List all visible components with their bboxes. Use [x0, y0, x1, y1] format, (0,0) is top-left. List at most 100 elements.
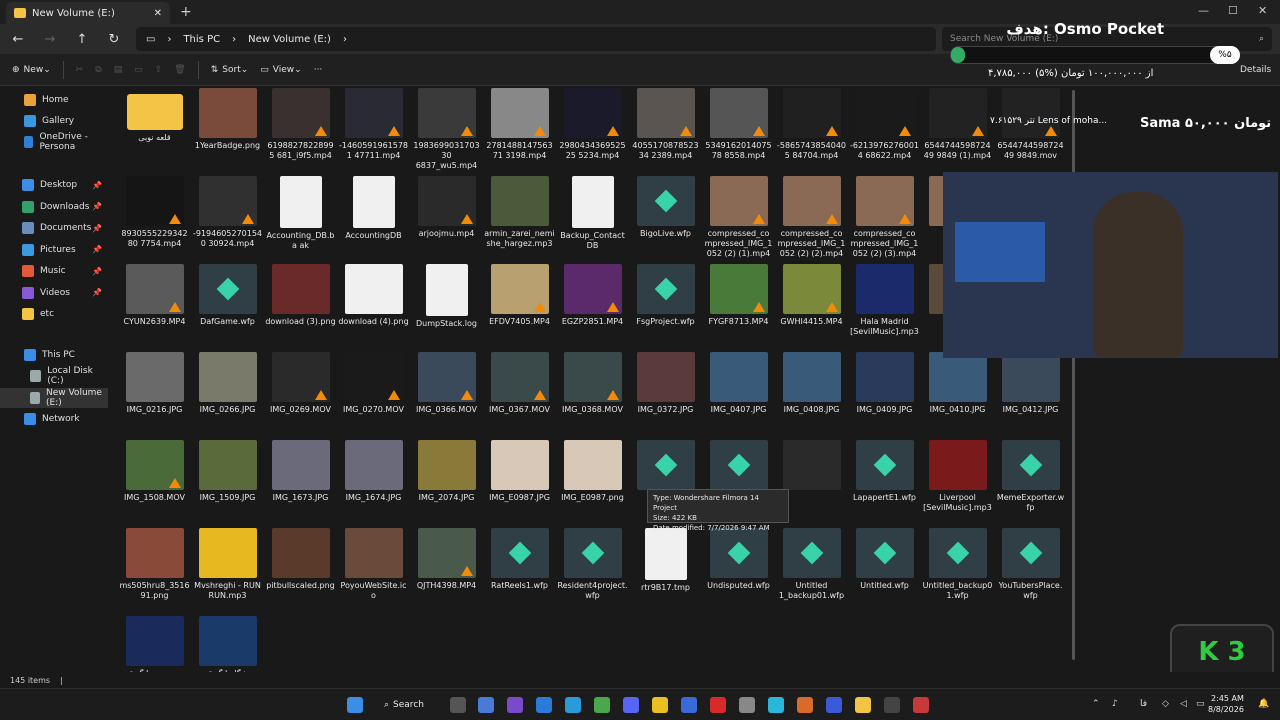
file-item[interactable]: -62139762760014 68622.mp4 [848, 86, 921, 174]
file-item[interactable]: Liverpool [SevilMusic].mp3 [921, 438, 994, 526]
sidebar-item[interactable]: This PC [0, 345, 108, 365]
file-explorer-icon[interactable] [855, 697, 871, 713]
file-item[interactable]: IMG_E0987.JPG [483, 438, 556, 526]
app-icon[interactable] [652, 697, 668, 713]
language-indicator[interactable]: فا [1140, 699, 1147, 709]
app-icon[interactable] [739, 697, 755, 713]
pin-icon[interactable]: 📌 [92, 224, 102, 233]
sidebar-item[interactable]: Gallery [0, 111, 108, 131]
task-view-icon[interactable] [450, 697, 466, 713]
copilot-icon[interactable] [478, 697, 494, 713]
pin-icon[interactable]: 📌 [92, 245, 102, 254]
file-item[interactable]: arjoojmu.mp4 [410, 174, 483, 262]
file-item[interactable]: LapapertE1.wfp [848, 438, 921, 526]
app-icon[interactable] [913, 697, 929, 713]
breadcrumb-this-pc[interactable]: This PC [183, 34, 220, 45]
sidebar-item[interactable]: Home [0, 90, 108, 110]
back-button[interactable]: ← [2, 32, 34, 47]
delete-icon[interactable]: 🗑 [174, 65, 185, 75]
file-item[interactable]: IMG_0408.JPG [775, 350, 848, 438]
new-button[interactable]: ⊕ New ⌄ [12, 65, 51, 75]
file-item[interactable]: FYGF8713.MP4 [702, 262, 775, 350]
file-item[interactable]: RatReels1.wfp [483, 526, 556, 614]
close-tab-icon[interactable]: ✕ [154, 8, 162, 19]
sort-button[interactable]: ⇅ Sort ⌄ [211, 65, 249, 75]
file-item[interactable]: CYUN2639.MP4 [118, 262, 191, 350]
volume-icon[interactable]: ◁ [1180, 699, 1187, 709]
up-button[interactable]: ↑ [66, 32, 98, 47]
app-icon[interactable] [797, 697, 813, 713]
file-item[interactable]: IMG_0412.JPG [994, 350, 1067, 438]
file-item[interactable]: IMG_2074.JPG [410, 438, 483, 526]
file-item[interactable]: EFDV7405.MP4 [483, 262, 556, 350]
chrome-icon[interactable] [594, 697, 610, 713]
file-item[interactable]: pitbullscaled.png [264, 526, 337, 614]
file-item[interactable]: Hala Madrid [SevilMusic].mp3 [848, 262, 921, 350]
rename-icon[interactable]: ▭ [134, 65, 143, 75]
taskbar-search-button[interactable]: ⌕ Search [384, 696, 430, 714]
file-item[interactable]: IMG_0366.MOV [410, 350, 483, 438]
network-icon[interactable]: ◇ [1162, 699, 1169, 709]
file-item[interactable]: 278148814756371 3198.mp4 [483, 86, 556, 174]
filmora-icon[interactable] [768, 697, 784, 713]
file-item[interactable]: -14605919615781 47711.mp4 [337, 86, 410, 174]
discord-icon[interactable] [623, 697, 639, 713]
pin-icon[interactable]: 📌 [92, 267, 102, 276]
pin-icon[interactable]: 📌 [92, 288, 102, 297]
copy-icon[interactable]: ⧉ [95, 65, 101, 75]
file-item[interactable]: 534916201407578 8558.mp4 [702, 86, 775, 174]
file-item[interactable]: compressed_co mpressed_IMG_1 052 (2) (2)… [775, 174, 848, 262]
file-item[interactable]: IMG_0367.MOV [483, 350, 556, 438]
file-item[interactable]: Untitled.wfp [848, 526, 921, 614]
file-item[interactable]: IMG_0407.JPG [702, 350, 775, 438]
file-item[interactable]: 198369903170330 6837_wu5.mp4 [410, 86, 483, 174]
file-item[interactable]: IMG_0269.MOV [264, 350, 337, 438]
edge-icon[interactable] [565, 697, 581, 713]
sidebar-item[interactable]: New Volume (E:) [0, 388, 108, 408]
app-icon[interactable] [826, 697, 842, 713]
microphone-icon[interactable]: ♪ [1112, 699, 1118, 709]
file-item[interactable]: armin_zarei_nemi she_hargez.mp3 [483, 174, 556, 262]
file-item[interactable]: DumpStack.log [410, 262, 483, 350]
pin-icon[interactable]: 📌 [92, 202, 102, 211]
paste-icon[interactable]: ▤ [114, 65, 123, 75]
cut-icon[interactable]: ✂ [76, 65, 84, 75]
file-item[interactable]: EGZP2851.MP4 [556, 262, 629, 350]
sidebar-item[interactable]: Network [0, 409, 108, 429]
file-item[interactable]: IMG_1509.JPG [191, 438, 264, 526]
chevron-up-icon[interactable]: ⌃ [1092, 699, 1100, 709]
more-button[interactable]: ··· [314, 65, 323, 75]
forward-button[interactable]: → [34, 32, 66, 47]
file-item[interactable]: IMG_1508.MOV [118, 438, 191, 526]
file-item[interactable]: Mvshreghi - RUN RUN.mp3 [191, 526, 264, 614]
file-item[interactable]: download (4).png [337, 262, 410, 350]
file-item[interactable]: IMG_0270.MOV [337, 350, 410, 438]
sidebar-item[interactable]: Pictures 📌 [0, 240, 108, 260]
file-item[interactable]: Resident4project. wfp [556, 526, 629, 614]
file-item[interactable]: QJTH4398.MP4 [410, 526, 483, 614]
file-item[interactable]: Accounting_DB.ba ak [264, 174, 337, 262]
new-tab-button[interactable]: + [180, 4, 192, 20]
file-item[interactable]: DafGame.wfp [191, 262, 264, 350]
sidebar-item[interactable]: etc [0, 304, 108, 324]
sidebar-item[interactable]: OneDrive - Persona [0, 132, 108, 152]
windows-start-icon[interactable] [347, 697, 363, 713]
file-item[interactable]: IMG_E0987.png [556, 438, 629, 526]
file-item[interactable]: 893055522934280 7754.mp4 [118, 174, 191, 262]
file-item[interactable]: YouTubersPlace. wfp [994, 526, 1067, 614]
tab-new-volume[interactable]: New Volume (E:) ✕ [6, 2, 170, 24]
file-item[interactable]: Undisputed.wfp [702, 526, 775, 614]
vscode-icon[interactable] [536, 697, 552, 713]
refresh-button[interactable]: ↻ [98, 32, 130, 47]
sidebar-item[interactable]: Videos 📌 [0, 283, 108, 303]
file-item[interactable]: IMG_0409.JPG [848, 350, 921, 438]
file-item[interactable]: IMG_0266.JPG [191, 350, 264, 438]
pin-icon[interactable]: 📌 [92, 181, 102, 190]
file-item[interactable]: MemeExporter.w fp [994, 438, 1067, 526]
breadcrumb-new-volume[interactable]: New Volume (E:) [248, 34, 331, 45]
file-item[interactable]: IMG_0372.JPG [629, 350, 702, 438]
file-item[interactable]: FsgProject.wfp [629, 262, 702, 350]
file-item[interactable]: compressed_co mpressed_IMG_1 052 (2) (1)… [702, 174, 775, 262]
file-item[interactable]: Backup_Contact DB [556, 174, 629, 262]
file-item[interactable]: GWHI4415.MP4 [775, 262, 848, 350]
